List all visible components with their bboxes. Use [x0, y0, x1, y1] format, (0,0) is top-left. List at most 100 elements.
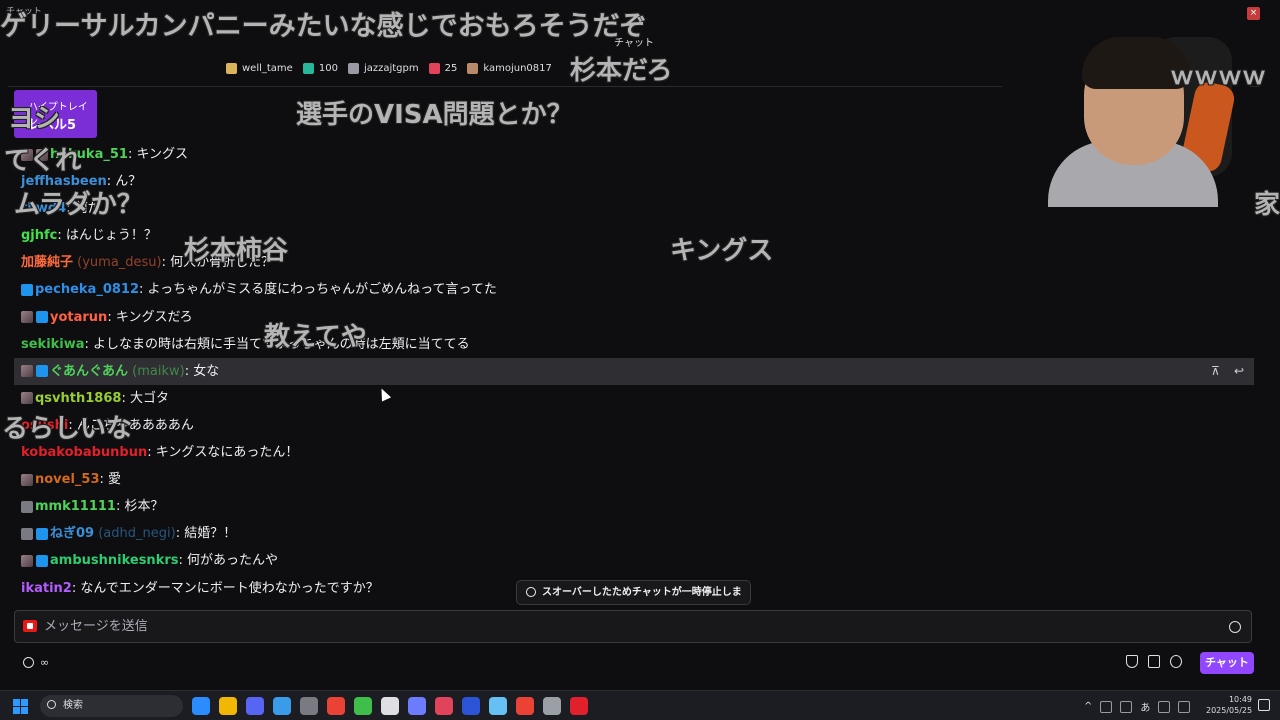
leaderboard-item[interactable]: 100	[302, 63, 338, 74]
taskbar-app-icon[interactable]	[408, 697, 426, 715]
leaderboard-name: well_tame	[242, 63, 293, 74]
custom-badge-icon[interactable]	[36, 148, 48, 161]
chat-message[interactable]: qsvhth1868: 大ゴタ	[14, 385, 1254, 412]
hype-train-banner[interactable]: ハイプトレイン レベル5	[14, 90, 97, 138]
leaderboard-item[interactable]: jazzajtgpm	[347, 63, 419, 74]
chat-username[interactable]: ambushnikesnkrs	[50, 553, 178, 568]
custom-badge-icon[interactable]	[21, 148, 33, 161]
cloud-icon[interactable]	[1100, 700, 1113, 713]
custom-badge-icon[interactable]	[21, 365, 33, 378]
danmaku-comment: 杉本だろ	[570, 56, 673, 86]
subscriber-badge-icon[interactable]	[21, 500, 33, 513]
chat-message[interactable]: mmk11111: 杉本？	[14, 493, 1254, 520]
taskbar-app-icon[interactable]	[462, 697, 480, 715]
emote-picker-icon[interactable]	[1229, 621, 1241, 633]
taskbar-app-icon[interactable]	[327, 697, 345, 715]
chat-username[interactable]: hakuka_51	[50, 147, 128, 162]
leaderboard-item[interactable]: kamojun0817	[467, 63, 552, 74]
chat-message[interactable]: 加藤純子 (yuma_desu): 何人か骨折した？	[14, 249, 1254, 276]
chat-message[interactable]: sekikiwa: よしなまの時は右頬に手当ててよっちゃんの時は左頬に当ててる	[14, 331, 1254, 358]
wifi-icon[interactable]	[1158, 700, 1171, 713]
chat-username[interactable]: kobakobabunbun	[21, 445, 147, 460]
taskbar-search[interactable]: 検索	[40, 695, 183, 717]
custom-badge-icon[interactable]	[21, 473, 33, 486]
leaderboard-item[interactable]: 25	[428, 63, 457, 74]
chat-login-name[interactable]: (maikw)	[128, 364, 185, 379]
subscriber-badge-icon[interactable]	[21, 527, 33, 540]
chat-message[interactable]: pecheka_0812: よっちゃんがミスる度にわっちゃんがごめんねって言って…	[14, 276, 1254, 303]
chat-username[interactable]: jeffhasbeen	[21, 174, 107, 189]
chat-username[interactable]: ぐあんぐあん	[50, 364, 128, 379]
pin-icon[interactable]: ⊼	[1211, 358, 1220, 385]
chat-message-text: : ん？	[106, 174, 142, 190]
chat-message[interactable]: kobakobabunbun: キングスなにあったん！	[14, 439, 1254, 466]
gift-icon[interactable]	[1148, 655, 1160, 668]
chat-username[interactable]: sekikiwa	[21, 337, 85, 352]
chat-input[interactable]: メッセージを送信	[14, 610, 1252, 643]
chat-username[interactable]: gjhfc	[21, 228, 57, 243]
chat-login-name[interactable]: (adhd_negi)	[94, 526, 175, 541]
ime-indicator[interactable]: あ	[1140, 699, 1150, 714]
prime-badge-icon[interactable]	[21, 283, 33, 296]
taskbar-app-icon[interactable]	[354, 697, 372, 715]
chevron-up-icon[interactable]: ^	[1084, 701, 1092, 712]
taskbar-clock[interactable]: 10:49 2025/05/25	[1206, 694, 1252, 716]
taskbar-app-icon[interactable]	[219, 697, 237, 715]
taskbar-app-icon[interactable]	[570, 697, 588, 715]
taskbar-app-icon[interactable]	[381, 697, 399, 715]
custom-badge-icon[interactable]	[21, 311, 33, 324]
chat-username[interactable]: ねぎ09	[50, 526, 94, 541]
chat-username[interactable]: mmk11111	[35, 499, 116, 514]
chat-message[interactable]: gjhfc: はんじょう！？	[14, 222, 1254, 249]
prime-badge-icon[interactable]	[36, 554, 48, 567]
chat-login-name[interactable]: (yuma_desu)	[73, 255, 161, 270]
gear-icon[interactable]	[1170, 655, 1182, 668]
chat-username[interactable]: yotarun	[50, 310, 107, 325]
channel-points-icon	[23, 657, 34, 668]
prime-badge-icon[interactable]	[36, 527, 48, 540]
close-button[interactable]: ×	[1247, 7, 1260, 20]
chat-username[interactable]: tkwd4	[21, 201, 66, 216]
custom-badge-icon[interactable]	[21, 554, 33, 567]
taskbar-app-icon[interactable]	[435, 697, 453, 715]
search-icon	[47, 700, 56, 709]
taskbar-app-icon[interactable]	[273, 697, 291, 715]
chat-message[interactable]: yotarun: キングスだろ	[14, 304, 1254, 331]
taskbar-app-icon[interactable]	[192, 697, 210, 715]
prime-badge-icon[interactable]	[36, 311, 48, 324]
chat-username[interactable]: novel_53	[35, 472, 100, 487]
chat-message[interactable]: ぐあんぐあん (maikw): 女な ⊼ ↩	[14, 357, 1254, 385]
taskbar-app-icon[interactable]	[516, 697, 534, 715]
chat-badges	[21, 527, 48, 540]
speaker-icon[interactable]	[1178, 700, 1191, 713]
chat-tools	[1126, 655, 1182, 668]
prime-badge-icon[interactable]	[36, 365, 48, 378]
chat-username[interactable]: pecheka_0812	[35, 282, 139, 297]
taskbar-app-icon[interactable]	[300, 697, 318, 715]
chat-message[interactable]: osushi: んこちゃああああん	[14, 412, 1254, 439]
chat-username[interactable]: qsvhth1868	[35, 391, 121, 406]
microphone-icon[interactable]	[1120, 700, 1133, 713]
reply-icon[interactable]: ↩	[1234, 358, 1244, 385]
chat-username[interactable]: ikatin2	[21, 581, 72, 596]
camera-icon[interactable]	[23, 620, 37, 632]
chat-username[interactable]: osushi	[21, 418, 68, 433]
custom-badge-icon[interactable]	[21, 392, 33, 405]
send-chat-button[interactable]: チャット	[1200, 652, 1254, 674]
chat-username[interactable]: 加藤純子	[21, 255, 73, 270]
shield-icon[interactable]	[1126, 655, 1138, 668]
bits-icon	[302, 63, 314, 74]
channel-points[interactable]: ∞	[23, 656, 49, 669]
taskbar-app-icon[interactable]	[246, 697, 264, 715]
chat-badges	[21, 283, 33, 296]
chat-message[interactable]: novel_53: 愛	[14, 466, 1254, 493]
notification-icon[interactable]	[1258, 699, 1270, 711]
chat-paused-notice[interactable]: スオーバーしたためチャットが一時停止しま	[516, 580, 751, 605]
taskbar-app-icon[interactable]	[489, 697, 507, 715]
chat-message[interactable]: ambushnikesnkrs: 何があったんや	[14, 547, 1254, 574]
leaderboard-item[interactable]: well_tame	[226, 63, 293, 74]
taskbar-app-icon[interactable]	[543, 697, 561, 715]
chat-message[interactable]: ねぎ09 (adhd_negi): 結婚？！	[14, 520, 1254, 547]
windows-start-icon[interactable]	[13, 699, 28, 714]
clock-date: 2025/05/25	[1206, 706, 1253, 715]
